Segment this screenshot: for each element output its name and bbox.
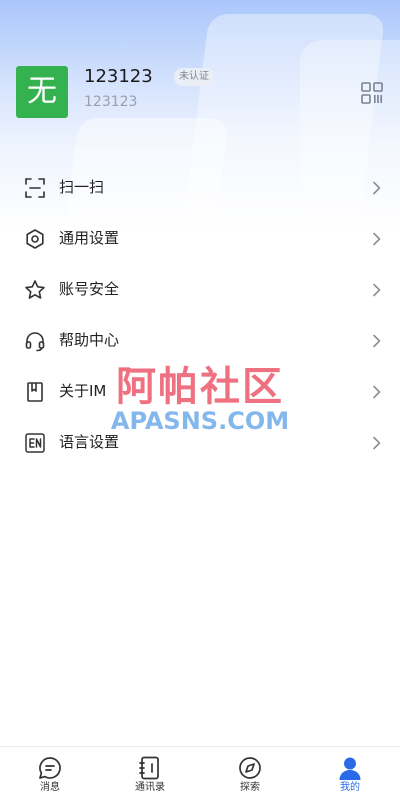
chevron-right-icon (373, 436, 381, 450)
person-icon (339, 757, 361, 780)
bottom-tab-bar: 消息 通讯录 探索 我的 (0, 746, 400, 800)
hexagon-settings-icon (26, 229, 44, 249)
tab-label: 我的 (340, 782, 360, 793)
menu-item-help-center[interactable]: 帮助中心 (0, 315, 400, 366)
scan-icon (25, 178, 45, 198)
user-name: 123123 (84, 66, 153, 87)
menu-item-language-settings[interactable]: 语言设置 (0, 417, 400, 468)
menu-item-label: 扫一扫 (59, 178, 105, 196)
tab-label: 通讯录 (135, 782, 165, 793)
profile-card[interactable]: 无 123123 未认证 123123 (16, 66, 384, 118)
en-language-icon (25, 433, 45, 453)
tab-explore[interactable]: 探索 (200, 747, 300, 800)
chat-bubble-icon (39, 757, 61, 779)
chevron-right-icon (373, 334, 381, 348)
user-id: 123123 (84, 94, 138, 110)
chevron-right-icon (373, 232, 381, 246)
chevron-right-icon (373, 181, 381, 195)
menu-item-general-settings[interactable]: 通用设置 (0, 213, 400, 264)
contacts-book-icon (139, 756, 159, 780)
qr-code-icon[interactable] (360, 81, 384, 105)
compass-icon (239, 757, 261, 779)
menu-item-label: 账号安全 (59, 280, 120, 298)
headset-icon (25, 332, 45, 352)
tab-contacts[interactable]: 通讯录 (100, 747, 200, 800)
star-icon (25, 280, 45, 299)
menu-item-label: 通用设置 (59, 229, 120, 247)
tab-mine[interactable]: 我的 (300, 747, 400, 800)
tab-label: 消息 (40, 782, 60, 793)
book-icon (27, 382, 43, 402)
verification-status-badge: 未认证 (174, 68, 214, 86)
menu-item-scan[interactable]: 扫一扫 (0, 162, 400, 213)
chevron-right-icon (373, 283, 381, 297)
chevron-right-icon (373, 385, 381, 399)
settings-menu: 扫一扫 通用设置 账号安全 帮助中心 关于IM 语言设置 (0, 162, 400, 468)
tab-messages[interactable]: 消息 (0, 747, 100, 800)
menu-item-about[interactable]: 关于IM (0, 366, 400, 417)
menu-item-label: 关于IM (59, 382, 107, 400)
menu-item-label: 帮助中心 (59, 331, 120, 349)
avatar[interactable]: 无 (16, 66, 68, 118)
menu-item-account-security[interactable]: 账号安全 (0, 264, 400, 315)
tab-label: 探索 (240, 782, 260, 793)
menu-item-label: 语言设置 (59, 433, 120, 451)
